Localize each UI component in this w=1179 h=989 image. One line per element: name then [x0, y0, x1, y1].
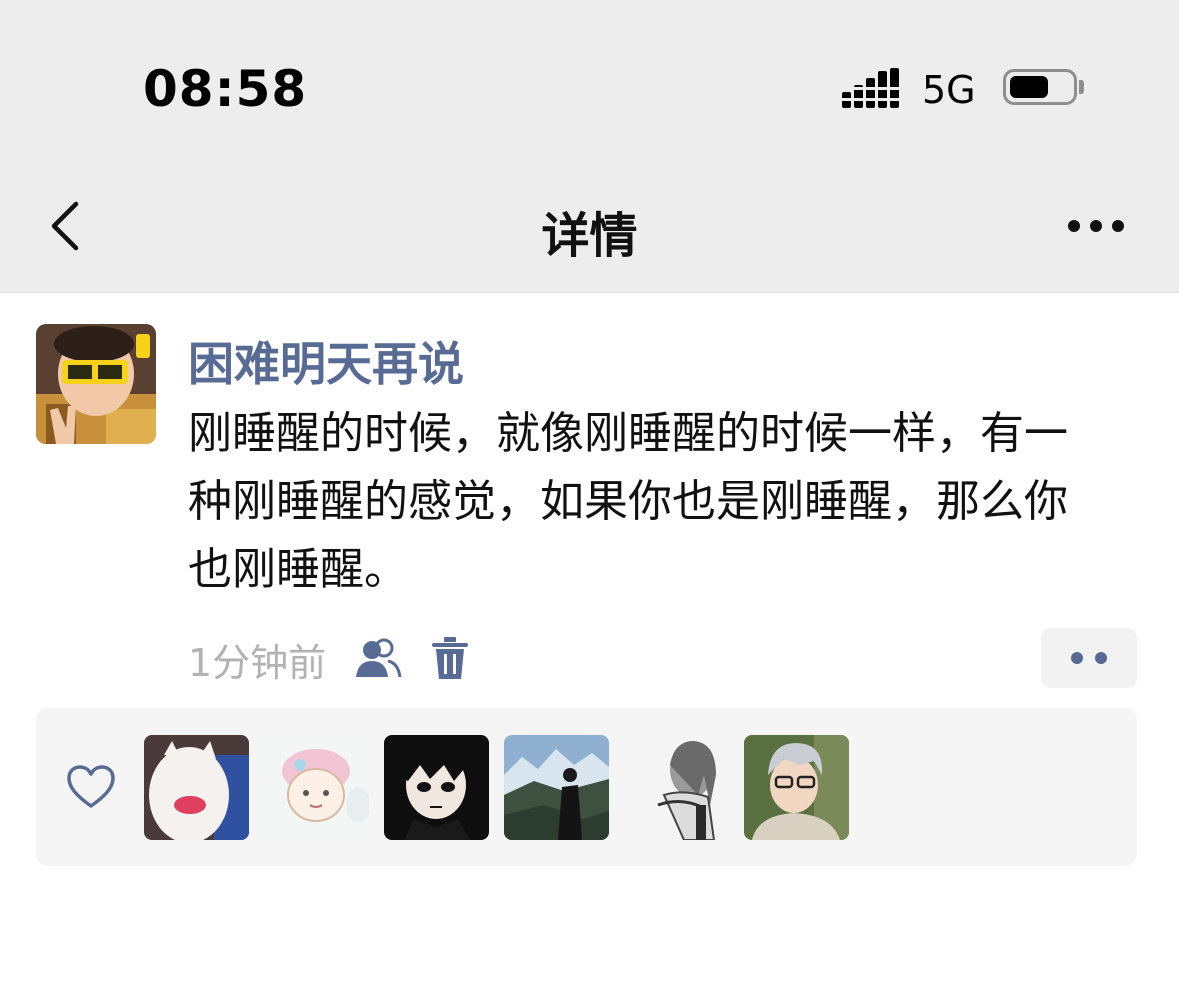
network-type: 5G [922, 68, 976, 112]
more-icon-dot [1090, 220, 1102, 232]
author-name[interactable]: 困难明天再说 [188, 328, 464, 394]
liker-avatar-2[interactable] [264, 735, 369, 840]
author-avatar[interactable] [36, 324, 156, 444]
battery-cap [1079, 80, 1084, 94]
liker-avatar-4[interactable] [504, 735, 609, 840]
likes-panel [36, 708, 1137, 866]
comment-like-menu-button[interactable] [1041, 628, 1137, 688]
comment-like-menu-icon-dot [1095, 652, 1107, 664]
liker-avatar-6[interactable] [744, 735, 849, 840]
post-text: 刚睡醒的时候，就像刚睡醒的时候一样，有一种刚睡醒的感觉，如果你也是刚睡醒，那么你… [188, 408, 1068, 595]
liker-avatar-5[interactable] [624, 735, 729, 840]
friends-visibility-icon[interactable] [354, 637, 402, 681]
liker-avatar-3[interactable] [384, 735, 489, 840]
top-bar: 08:58 5G 详情 [0, 0, 1179, 293]
battery-icon [1003, 69, 1077, 105]
post-meta: 1分钟前 [188, 634, 469, 685]
trash-icon[interactable] [432, 637, 469, 681]
page-title: 详情 [541, 208, 638, 264]
comment-like-menu-icon [1071, 652, 1083, 664]
more-icon [1068, 220, 1080, 232]
liker-avatar-1[interactable] [144, 735, 249, 840]
heart-icon [67, 765, 115, 808]
status-time: 08:58 [143, 60, 308, 118]
post-timestamp: 1分钟前 [188, 640, 327, 685]
more-button[interactable] [1062, 206, 1130, 246]
signal-icon [842, 68, 900, 108]
more-icon-dot [1112, 220, 1124, 232]
